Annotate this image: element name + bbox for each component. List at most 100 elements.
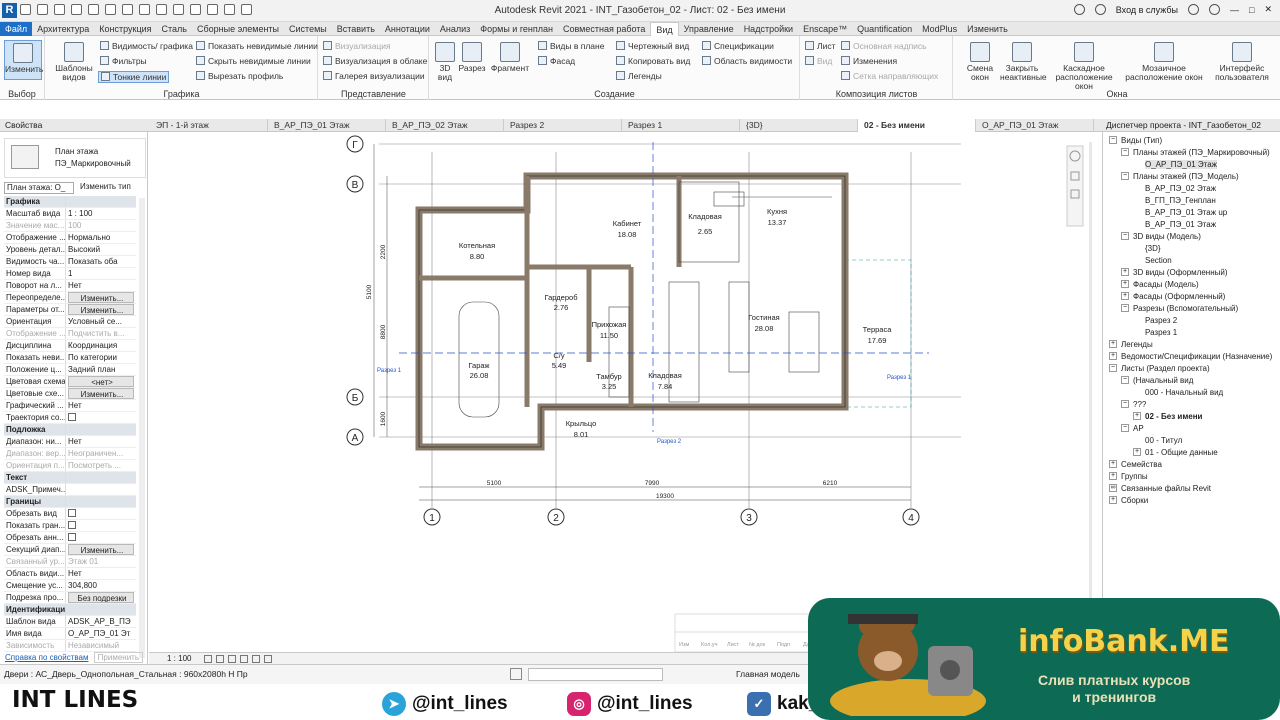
tree-item[interactable]: 000 - Начальный вид (1145, 388, 1223, 397)
checkbox[interactable] (68, 533, 76, 541)
document-tab[interactable]: 02 - Без имени (858, 119, 976, 132)
maximize-icon[interactable]: □ (1249, 5, 1254, 15)
properties-help-link[interactable]: Справка по свойствам (5, 653, 88, 662)
tree-expander-icon[interactable]: + (1109, 460, 1117, 468)
ribbon-tab[interactable]: Системы (284, 22, 332, 36)
tree-item[interactable]: ??? (1133, 400, 1146, 409)
tree-item[interactable]: Семейства (1121, 460, 1162, 469)
checkbox[interactable] (68, 413, 76, 421)
tree-item[interactable]: АР (1133, 424, 1144, 433)
ribbon-tab[interactable]: Надстройки (739, 22, 798, 36)
ribbon-tab[interactable]: Совместная работа (558, 22, 650, 36)
tree-expander-icon[interactable]: + (1121, 268, 1129, 276)
design-option[interactable]: Главная модель (736, 669, 800, 679)
tree-expander-icon[interactable]: − (1121, 232, 1129, 240)
duplicate-view-button[interactable]: Копировать вид (616, 56, 690, 66)
tree-item[interactable]: Виды (Тип) (1121, 136, 1162, 145)
tree-item[interactable]: 00 - Титул (1145, 436, 1182, 445)
tree-item[interactable]: Группы (1121, 472, 1148, 481)
tree-item[interactable]: Листы (Раздел проекта) (1121, 364, 1210, 373)
render-cloud-button[interactable]: Визуализация в облаке (323, 56, 427, 66)
view-3d-button[interactable]: 3D вид (432, 40, 458, 82)
properties-scrollbar[interactable] (139, 198, 145, 658)
cascade-windows-button[interactable]: Каскадное расположение окон (1046, 40, 1122, 91)
visibility-graphics-button[interactable]: Видимость/ графика (100, 41, 193, 51)
property-category[interactable]: Идентификация (4, 604, 136, 616)
tree-expander-icon[interactable]: + (1109, 352, 1117, 360)
close-inactive-button[interactable]: Закрыть неактивные (1000, 40, 1047, 82)
ribbon-tab[interactable]: Изменить (962, 22, 1013, 36)
drafting-view-button[interactable]: Чертежный вид (616, 41, 689, 51)
crop-view-icon[interactable] (252, 655, 260, 663)
tree-item[interactable]: В_АР_ПЭ_02 Этаж (1145, 184, 1216, 193)
close-icon[interactable]: ✕ (1264, 4, 1272, 15)
tree-expander-icon[interactable]: − (1109, 364, 1117, 372)
document-tab[interactable]: Разрез 1 (622, 119, 740, 132)
ribbon-tab[interactable]: Файл (0, 22, 33, 36)
tree-item[interactable]: 3D виды (Оформленный) (1133, 268, 1228, 277)
view-templates-button[interactable]: Шаблоны видов (50, 40, 98, 82)
property-edit-button[interactable]: Изменить... (68, 388, 134, 399)
detail-level-icon[interactable] (204, 655, 212, 663)
navigation-bar[interactable] (1066, 145, 1084, 227)
tile-windows-button[interactable]: Мозаичное расположение окон (1124, 40, 1204, 82)
checkbox[interactable] (68, 509, 76, 517)
ribbon-tab[interactable]: Quantification (852, 22, 917, 36)
plan-views-button[interactable]: Виды в плане (538, 41, 604, 51)
tree-item[interactable]: 02 - Без имени (1145, 412, 1202, 421)
ribbon-tab[interactable]: Сталь (157, 22, 192, 36)
tree-expander-icon[interactable]: + (1133, 448, 1141, 456)
property-category[interactable]: Границы (4, 496, 136, 508)
modify-button[interactable]: Изменить (4, 40, 43, 80)
property-category[interactable]: Подложка (4, 424, 136, 436)
tree-item[interactable]: 3D виды (Модель) (1133, 232, 1201, 241)
tree-item[interactable]: Планы этажей (ПЭ_Маркировочный) (1133, 148, 1270, 157)
tree-expander-icon[interactable]: + (1109, 496, 1117, 504)
switch-windows-button[interactable]: Смена окон (960, 40, 1000, 82)
hide-isolate-icon[interactable] (264, 655, 272, 663)
property-edit-button[interactable]: Изменить... (68, 304, 134, 315)
show-hidden-lines-button[interactable]: Показать невидимые линии (196, 41, 318, 51)
document-tab[interactable]: В_АР_ПЭ_02 Этаж (386, 119, 504, 132)
tree-expander-icon[interactable]: + (1133, 412, 1141, 420)
worksets-icon[interactable] (510, 668, 522, 680)
tree-item[interactable]: 01 - Общие данные (1145, 448, 1218, 457)
document-tab[interactable]: О_АР_ПЭ_01 Этаж (976, 119, 1094, 132)
guide-grid-button[interactable]: Сетка направляющих (841, 71, 938, 81)
scope-box-button[interactable]: Область видимости (702, 56, 792, 66)
thin-lines-button[interactable]: Тонкие линии (98, 71, 170, 83)
canvas-scrollbar[interactable] (1089, 142, 1092, 642)
select-panel-label[interactable]: Выбор (0, 89, 44, 99)
tree-item[interactable]: Ведомости/Спецификации (Назначение) (1121, 352, 1272, 361)
property-checkbox[interactable] (66, 508, 136, 519)
view-scale[interactable]: 1 : 100 (167, 654, 191, 663)
ribbon-tab[interactable]: Управление (679, 22, 739, 36)
property-checkbox[interactable] (66, 412, 136, 423)
property-checkbox[interactable] (66, 520, 136, 531)
ribbon-tab[interactable]: Сборные элементы (192, 22, 284, 36)
edit-type-button[interactable]: Изменить тип (80, 182, 131, 191)
workset-dropdown[interactable] (528, 668, 663, 681)
document-tab[interactable]: {3D} (740, 119, 858, 132)
render-gallery-button[interactable]: Галерея визуализации (323, 71, 425, 81)
callout-button[interactable]: Фрагмент (488, 40, 532, 73)
ribbon-tab[interactable]: ModPlus (917, 22, 962, 36)
property-edit-button[interactable]: Изменить... (68, 292, 134, 303)
user-icon[interactable] (1094, 4, 1106, 15)
ribbon-tab[interactable]: Конструкция (94, 22, 156, 36)
tree-expander-icon[interactable]: + (1109, 472, 1117, 480)
tree-expander-icon[interactable]: ∞ (1109, 484, 1117, 492)
tree-item[interactable]: Легенды (1121, 340, 1153, 349)
tree-item[interactable]: В_АР_ПЭ_01 Этаж (1145, 220, 1216, 229)
document-tab[interactable]: Разрез 2 (504, 119, 622, 132)
filters-button[interactable]: Фильтры (100, 56, 147, 66)
instance-dropdown[interactable]: План этажа: О_ (4, 182, 74, 194)
document-tab[interactable]: ЭП - 1-й этаж (150, 119, 268, 132)
property-edit-button[interactable]: Без подрезки (68, 592, 134, 603)
help-icon[interactable] (1209, 4, 1221, 15)
drawing-canvas[interactable]: Котельная 8.80 Кабинет 18.08 Кухня 13.37… (149, 132, 1092, 652)
tree-item[interactable]: Планы этажей (ПЭ_Модель) (1133, 172, 1239, 181)
tree-expander-icon[interactable]: − (1121, 304, 1129, 312)
ribbon-tab[interactable]: Вставить (332, 22, 380, 36)
tree-expander-icon[interactable]: + (1109, 340, 1117, 348)
